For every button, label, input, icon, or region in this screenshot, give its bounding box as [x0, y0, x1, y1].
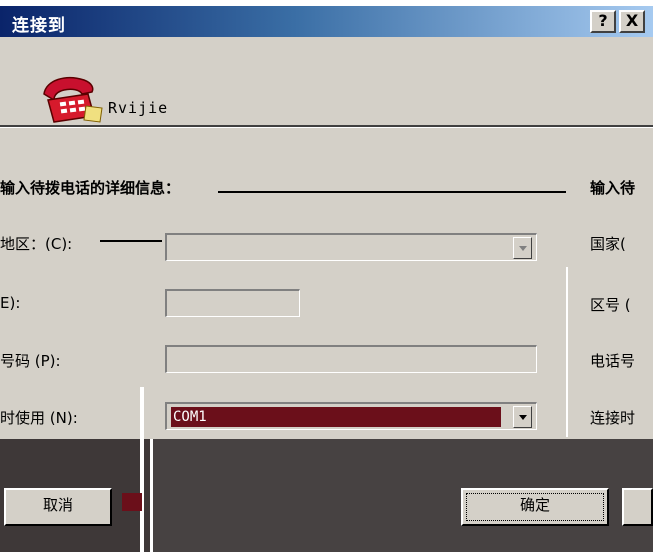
right-connect-label: 连接时 — [590, 409, 636, 427]
cancel-button[interactable]: 取消 — [4, 488, 112, 526]
area-code-label: E): — [0, 294, 21, 312]
instruction-underline — [218, 191, 566, 193]
pane-divider — [566, 267, 568, 437]
country-label: 地区：(C): — [0, 235, 73, 253]
connect-using-label: 时使用 (N): — [0, 409, 78, 427]
chevron-down-icon[interactable] — [513, 406, 532, 428]
right-country-label: 国家( — [590, 235, 626, 253]
connection-name: Rvijie — [108, 99, 169, 117]
header-separator-highlight — [0, 127, 653, 128]
area-code-input[interactable] — [165, 289, 300, 317]
connect-using-select[interactable]: COM1 — [165, 402, 537, 430]
right-area-label: 区号 ( — [590, 296, 631, 314]
window-title: 连接到 — [12, 16, 66, 36]
right-instruction-text: 输入待 — [590, 179, 636, 197]
close-button[interactable]: X — [619, 10, 645, 33]
focus-marker — [122, 493, 142, 511]
footer-divider — [140, 387, 144, 552]
dialog-body: Rvijie 输入待拨电话的详细信息： 输入待 地区：(C): 国家( E): … — [0, 37, 653, 552]
phone-number-input[interactable] — [165, 345, 537, 373]
country-select[interactable] — [165, 233, 537, 261]
ok-button[interactable]: 确定 — [461, 488, 609, 526]
partial-button[interactable] — [622, 488, 653, 526]
title-bar: 连接到 ? X — [0, 6, 653, 37]
focus-rect — [466, 493, 604, 521]
country-label-line — [100, 240, 162, 242]
help-button[interactable]: ? — [590, 10, 616, 33]
phone-number-label: 号码 (P): — [0, 352, 61, 370]
instruction-text: 输入待拨电话的详细信息： — [0, 179, 181, 197]
right-phone-label: 电话号 — [590, 352, 636, 370]
port-selected-value: COM1 — [171, 407, 501, 427]
telephone-icon — [43, 76, 103, 123]
chevron-down-icon[interactable] — [513, 237, 532, 259]
